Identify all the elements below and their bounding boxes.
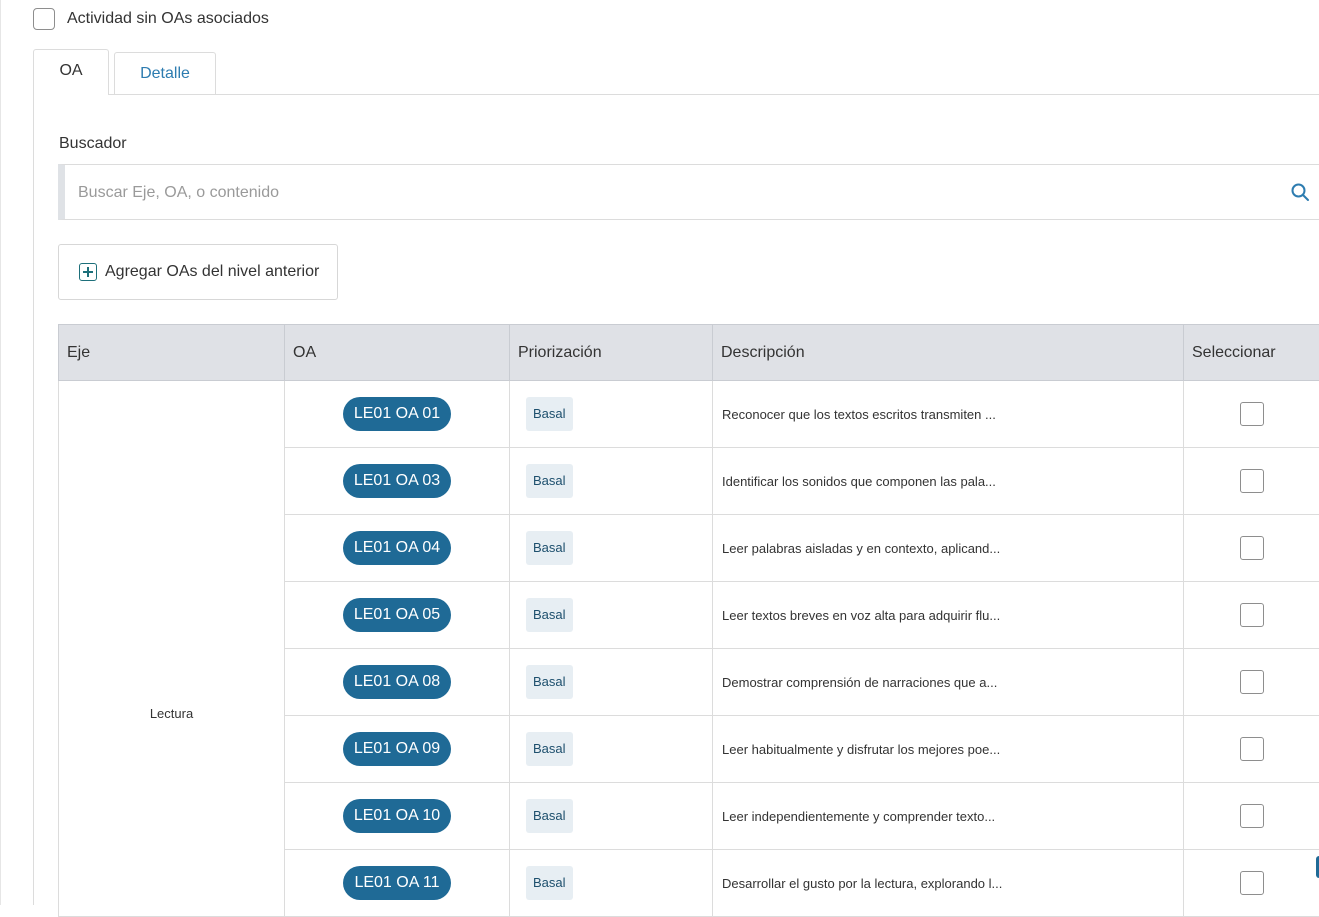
tab-bar: OA Detalle [33,49,1319,95]
priorizacion-badge: Basal [526,866,573,900]
descripcion-cell: Reconocer que los textos escritos transm… [713,381,1184,448]
select-oa-checkbox[interactable] [1240,603,1264,627]
priorizacion-badge: Basal [526,598,573,632]
oa-cell: LE01 OA 09 [285,716,510,783]
search-icon[interactable] [1290,182,1310,202]
descripcion-cell: Leer independientemente y comprender tex… [713,783,1184,850]
panel-left-border [33,93,34,905]
oa-code-pill[interactable]: LE01 OA 05 [343,598,451,632]
column-header-descripcion: Descripción [713,325,1184,381]
priorizacion-cell: Basal [510,649,713,716]
priorizacion-cell: Basal [510,850,713,917]
oa-cell: LE01 OA 08 [285,649,510,716]
no-oa-checkbox-row[interactable]: Actividad sin OAs asociados [33,6,269,31]
seleccionar-cell [1184,448,1319,515]
oa-code-pill[interactable]: LE01 OA 10 [343,799,451,833]
search-label: Buscador [59,135,127,153]
priorizacion-badge: Basal [526,531,573,565]
tab-oa[interactable]: OA [33,49,109,95]
oa-cell: LE01 OA 04 [285,515,510,582]
oa-table: Eje OA Priorización Descripción Seleccio… [58,324,1319,917]
tab-detalle[interactable]: Detalle [114,52,216,94]
priorizacion-badge: Basal [526,799,573,833]
column-header-seleccionar: Seleccionar [1184,325,1319,381]
descripcion-cell: Demostrar comprensión de narraciones que… [713,649,1184,716]
oa-code-pill[interactable]: LE01 OA 03 [343,464,451,498]
select-oa-checkbox[interactable] [1240,536,1264,560]
priorizacion-cell: Basal [510,783,713,850]
column-header-oa: OA [285,325,510,381]
column-header-priorizacion: Priorización [510,325,713,381]
select-oa-checkbox[interactable] [1240,469,1264,493]
column-header-eje: Eje [59,325,285,381]
select-oa-checkbox[interactable] [1240,402,1264,426]
select-oa-checkbox[interactable] [1240,804,1264,828]
oa-cell: LE01 OA 11 [285,850,510,917]
seleccionar-cell [1184,850,1319,917]
select-oa-checkbox[interactable] [1240,871,1264,895]
plus-square-icon [79,263,97,281]
oa-cell: LE01 OA 05 [285,582,510,649]
select-oa-checkbox[interactable] [1240,670,1264,694]
priorizacion-cell: Basal [510,582,713,649]
search-box [58,164,1319,220]
search-input[interactable] [76,165,1260,221]
add-previous-level-oa-label: Agregar OAs del nivel anterior [105,263,319,281]
add-previous-level-oa-button[interactable]: Agregar OAs del nivel anterior [58,244,338,300]
seleccionar-cell [1184,783,1319,850]
table-row: Lectura LE01 OA 01 Basal Reconocer que l… [59,381,1319,448]
no-oa-checkbox-label: Actividad sin OAs asociados [67,10,269,28]
priorizacion-cell: Basal [510,448,713,515]
oa-cell: LE01 OA 03 [285,448,510,515]
descripcion-cell: Leer habitualmente y disfrutar los mejor… [713,716,1184,783]
descripcion-cell: Leer palabras aisladas y en contexto, ap… [713,515,1184,582]
page-left-border [0,0,1,905]
priorizacion-badge: Basal [526,464,573,498]
oa-code-pill[interactable]: LE01 OA 08 [343,665,451,699]
table-header-row: Eje OA Priorización Descripción Seleccio… [59,325,1319,381]
oa-code-pill[interactable]: LE01 OA 11 [343,866,451,900]
oa-code-pill[interactable]: LE01 OA 04 [343,531,451,565]
seleccionar-cell [1184,515,1319,582]
oa-code-pill[interactable]: LE01 OA 01 [343,397,451,431]
seleccionar-cell [1184,649,1319,716]
priorizacion-badge: Basal [526,397,573,431]
eje-cell: Lectura [59,381,285,917]
seleccionar-cell [1184,716,1319,783]
descripcion-cell: Identificar los sonidos que componen las… [713,448,1184,515]
oa-cell: LE01 OA 01 [285,381,510,448]
no-oa-checkbox[interactable] [33,8,55,30]
oa-cell: LE01 OA 10 [285,783,510,850]
descripcion-cell: Desarrollar el gusto por la lectura, exp… [713,850,1184,917]
descripcion-cell: Leer textos breves en voz alta para adqu… [713,582,1184,649]
priorizacion-badge: Basal [526,665,573,699]
seleccionar-cell [1184,582,1319,649]
oa-code-pill[interactable]: LE01 OA 09 [343,732,451,766]
priorizacion-cell: Basal [510,381,713,448]
priorizacion-cell: Basal [510,716,713,783]
seleccionar-cell [1184,381,1319,448]
select-oa-checkbox[interactable] [1240,737,1264,761]
priorizacion-cell: Basal [510,515,713,582]
priorizacion-badge: Basal [526,732,573,766]
